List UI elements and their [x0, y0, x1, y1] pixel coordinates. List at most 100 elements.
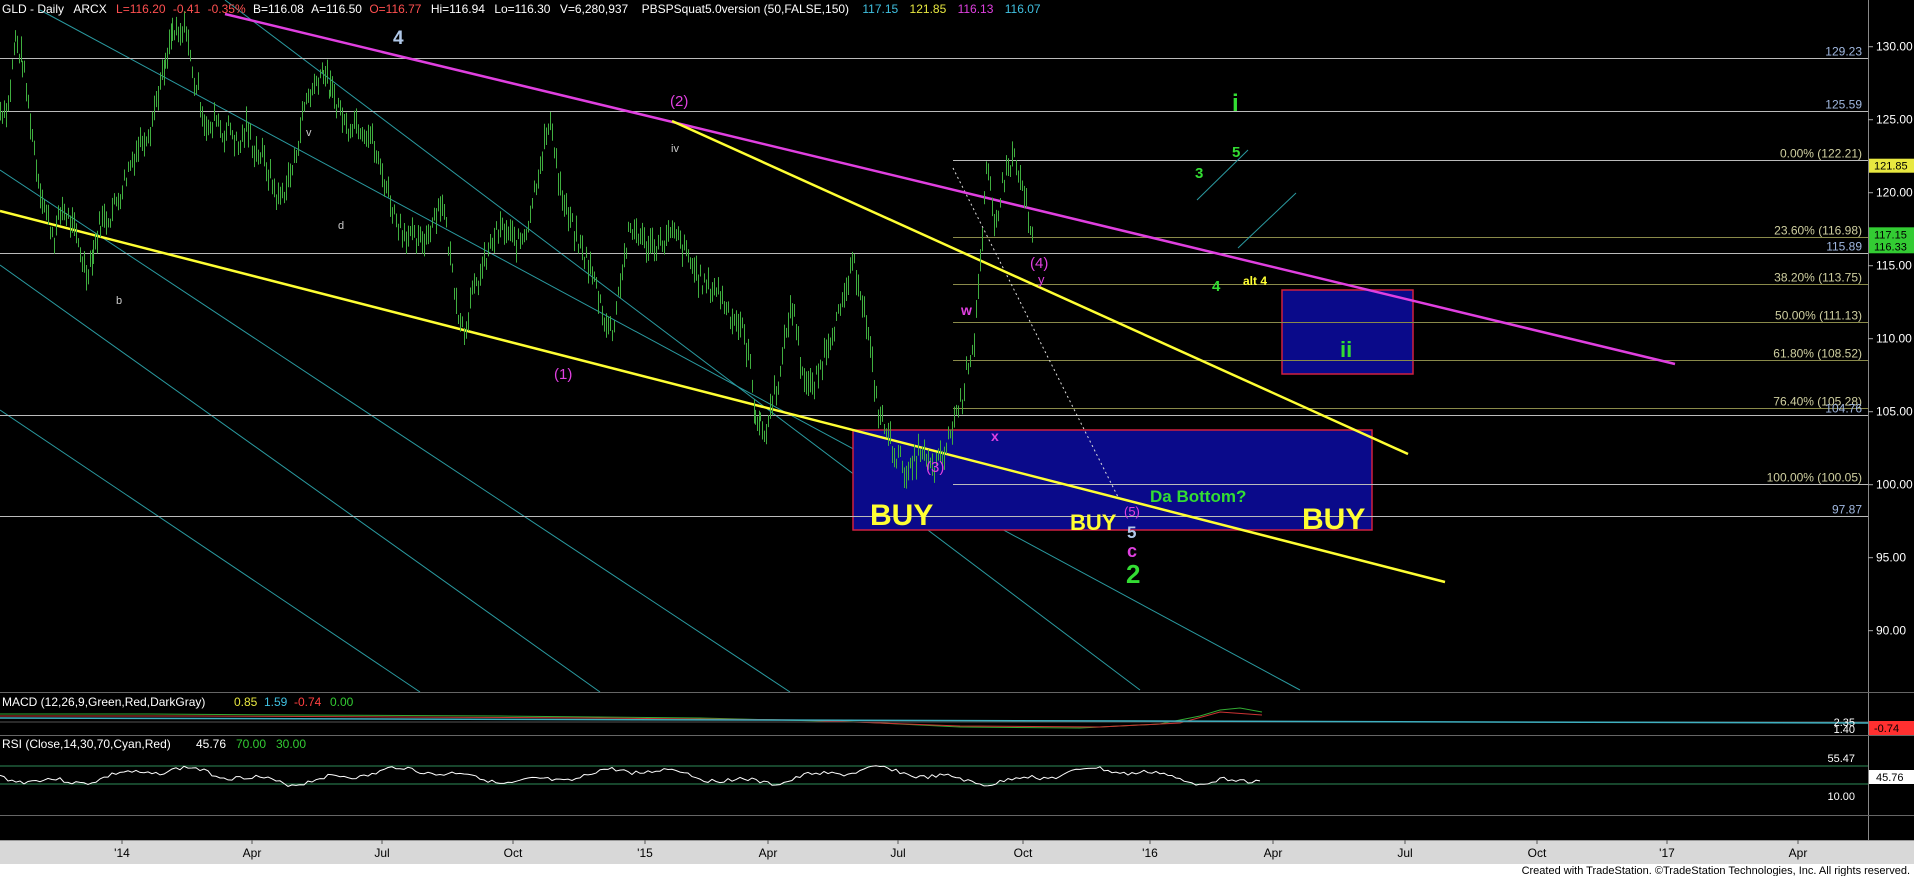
price-axis-label: 95.00 — [1876, 551, 1906, 565]
rsi-right-label-1: 55.47 — [1827, 753, 1855, 765]
time-axis-strip — [0, 840, 1914, 864]
wave-label-1-paren: (1) — [554, 366, 572, 383]
time-axis-label: Jul — [1397, 846, 1412, 860]
wave-label-c: c — [1127, 541, 1137, 561]
rsi-label: RSI (Close,14,30,70,Cyan,Red) — [2, 737, 171, 751]
wave-label-y: y — [1038, 272, 1045, 287]
time-axis-label: Jul — [890, 846, 905, 860]
indicator-value-4: 116.07 — [1004, 2, 1041, 16]
channel-line — [0, 169, 791, 692]
time-axis-label: '16 — [1142, 846, 1158, 860]
wave-label-x: x — [991, 428, 999, 444]
magenta-trendline — [224, 12, 1676, 366]
last-price: L=116.20 — [116, 2, 166, 16]
wave-label-ii: ii — [1340, 337, 1352, 362]
time-axis-label: '17 — [1659, 846, 1675, 860]
price-change-pct: -0.35% — [207, 2, 246, 16]
da-bottom-label: Da Bottom? — [1150, 487, 1246, 506]
wave-label-4: 4 — [393, 28, 404, 49]
macd-right-label-2: 1.40 — [1834, 724, 1855, 736]
rsi-value-2: 70.00 — [236, 737, 266, 751]
price-axis-label: 130.00 — [1876, 40, 1913, 54]
wave-label-4-paren: (4) — [1030, 255, 1048, 272]
price-change: -0.41 — [172, 2, 201, 16]
rsi-line — [0, 765, 1261, 787]
chart-header: GLD - Daily ARCX L=116.20 -0.41 -0.35% B… — [2, 2, 1041, 18]
level-label: 115.89 — [1826, 240, 1862, 254]
time-axis-label: Oct — [1014, 846, 1033, 860]
time-axis-label: Apr — [243, 846, 262, 860]
price-axis-label: 100.00 — [1876, 478, 1913, 492]
open-price: O=116.77 — [369, 2, 422, 16]
rsi-value-3: 30.00 — [276, 737, 306, 751]
wave-label-v: v — [306, 127, 312, 139]
indicator-value-3: 116.13 — [957, 2, 994, 16]
level-label: 97.87 — [1832, 503, 1862, 517]
exchange-label: ARCX — [73, 2, 107, 16]
time-axis-label: '15 — [637, 846, 653, 860]
level-label: 125.59 — [1825, 98, 1862, 112]
wave-label-2: 2 — [1126, 559, 1140, 589]
wave-label-3-paren: (3) — [926, 459, 944, 476]
wave-label-d: d — [338, 220, 344, 232]
price-axis-label: 105.00 — [1876, 405, 1913, 419]
buy-label-left: BUY — [870, 499, 933, 532]
price-axis: 130.00 125.00 120.00 115.00 110.00 105.00 100.… — [1868, 40, 1913, 638]
indicator-value-1: 117.15 — [862, 2, 899, 16]
low-price: Lo=116.30 — [494, 2, 551, 16]
time-axis-label: '14 — [114, 846, 130, 860]
wave-label-5-minor: 5 — [1232, 144, 1240, 161]
wave-label-5-paren: (5) — [1124, 504, 1140, 519]
bid-price: B=116.08 — [252, 2, 304, 16]
price-tag: 116.33 — [1874, 241, 1907, 253]
channel-line — [0, 264, 601, 692]
level-label: 61.80% (108.52) — [1773, 347, 1862, 361]
wave-label-2-paren: (2) — [670, 93, 688, 110]
macd-pane: MACD (12,26,9,Green,Red,DarkGray) 0.85 1… — [0, 695, 1914, 736]
channel-lines — [0, 0, 1301, 692]
price-tag: 121.85 — [1874, 161, 1908, 173]
indicator-name: PBSPSquat5.0version (50,FALSE,150) — [641, 2, 850, 16]
price-tags: 121.85117.15116.33 — [1869, 158, 1914, 254]
buy-label-right: BUY — [1302, 503, 1365, 536]
macd-label: MACD (12,26,9,Green,Red,DarkGray) — [2, 695, 205, 709]
time-axis-label: Oct — [504, 846, 523, 860]
macd-value-4: 0.00 — [330, 695, 354, 709]
buy-label-middle: BUY — [1070, 510, 1117, 535]
high-price: Hi=116.94 — [430, 2, 485, 16]
price-axis-label: 90.00 — [1876, 624, 1906, 638]
wave-label-b: b — [116, 295, 122, 307]
rsi-value-1: 45.76 — [196, 737, 226, 751]
wave-label-i: i — [1232, 90, 1239, 117]
indicator-value-2: 121.85 — [909, 2, 947, 16]
wave-label-alt4: alt 4 — [1243, 274, 1267, 288]
level-label: 38.20% (113.75) — [1774, 271, 1862, 285]
level-label: 100.00% (100.05) — [1767, 471, 1862, 485]
time-axis-label: Apr — [1264, 846, 1283, 860]
macd-value-tag: -0.74 — [1874, 723, 1899, 735]
level-label: 104.76 — [1825, 402, 1862, 416]
wave-label-5: 5 — [1127, 523, 1136, 542]
price-axis-label: 115.00 — [1876, 259, 1912, 273]
footer-credit: Created with TradeStation. ©TradeStation… — [1522, 865, 1910, 876]
price-axis-label: 120.00 — [1876, 186, 1913, 200]
channel-line — [1196, 149, 1249, 201]
ask-price: A=116.50 — [311, 2, 362, 16]
macd-value-1: 0.85 — [234, 695, 258, 709]
wave-label-w: w — [960, 302, 972, 318]
wave-label-4-minor: 4 — [1212, 278, 1221, 295]
yellow-support-line — [0, 209, 1446, 584]
wave-label-3: 3 — [1195, 165, 1203, 182]
macd-value-2: 1.59 — [264, 695, 288, 709]
rsi-pane: RSI (Close,14,30,70,Cyan,Red) 45.76 70.0… — [0, 737, 1914, 803]
small-channel — [1196, 149, 1297, 249]
level-label: 0.00% (122.21) — [1780, 147, 1862, 161]
price-chart[interactable]: 4 (2) iv d b (1) (3) w x y (4) (5) 5 c 2… — [0, 0, 1914, 876]
price-axis-label: 110.00 — [1876, 332, 1912, 346]
rsi-right-label-2: 10.00 — [1827, 791, 1855, 803]
time-axis-label: Oct — [1528, 846, 1547, 860]
wave-label-iv: iv — [671, 143, 679, 155]
channel-line — [0, 409, 421, 692]
rsi-value-tag: 45.76 — [1876, 772, 1904, 784]
price-axis-label: 125.00 — [1876, 113, 1913, 127]
